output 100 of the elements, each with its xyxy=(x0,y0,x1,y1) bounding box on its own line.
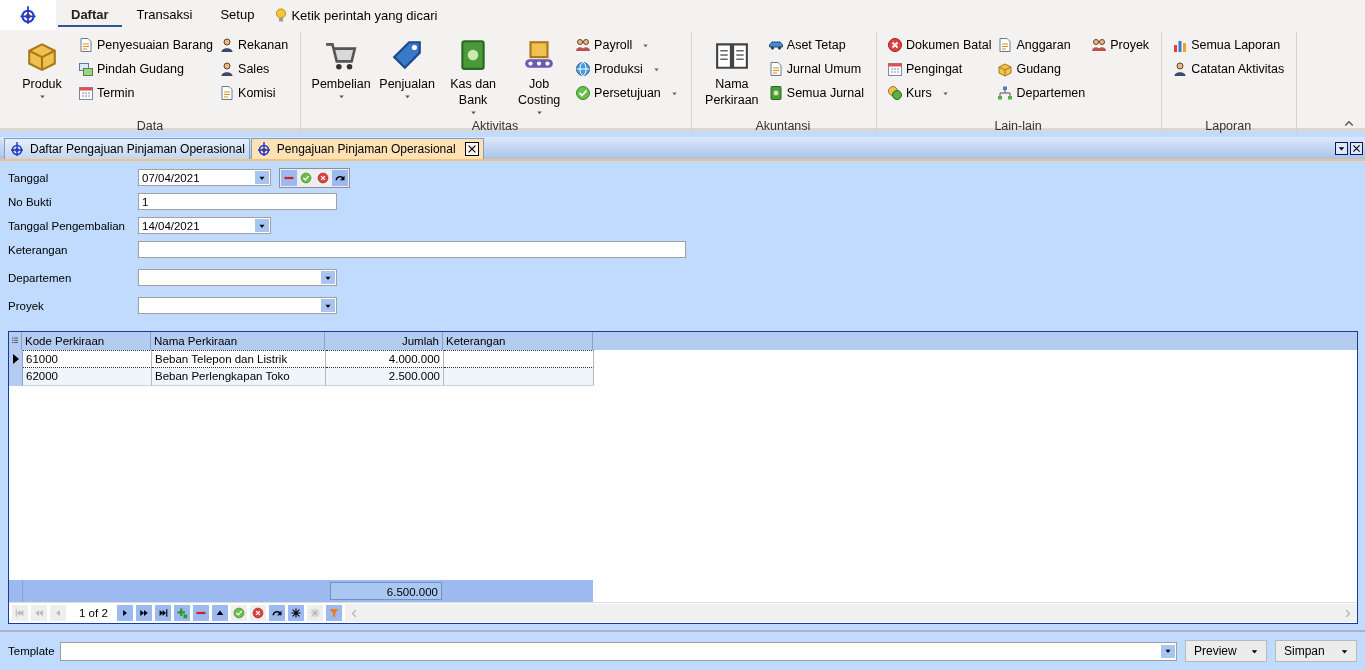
table-row[interactable]: 61000 Beban Telepon dan Listrik 4.000.000 xyxy=(9,350,1357,368)
double-left-icon xyxy=(33,607,45,619)
ribbon-button[interactable]: Anggaran xyxy=(997,34,1086,56)
ribbon-button[interactable]: Komisi xyxy=(219,82,289,104)
document-icon xyxy=(997,37,1014,53)
double-right-icon xyxy=(137,607,150,619)
document-tab[interactable]: Daftar Pengajuan Pinjaman Operasional xyxy=(4,138,250,159)
ribbon-large-button[interactable]: Kas dan Bank xyxy=(443,34,504,117)
close-button[interactable] xyxy=(1350,141,1363,155)
ribbon-large-button[interactable]: Penjualan xyxy=(377,34,438,101)
field-label: Keterangan xyxy=(8,243,69,256)
ribbon-large-button[interactable]: Job Costing xyxy=(509,34,570,117)
caret-down-icon xyxy=(402,92,412,101)
minus-button[interactable] xyxy=(192,605,209,621)
ribbon-button[interactable]: Termin xyxy=(78,82,214,104)
plus-icon xyxy=(175,607,188,619)
skip-last-button[interactable] xyxy=(154,605,171,621)
ribbon-button[interactable]: Payroll xyxy=(575,34,679,56)
ribbon-button[interactable]: Semua Laporan xyxy=(1172,34,1285,56)
group-title: Lain-lain xyxy=(994,118,1042,135)
document-icon xyxy=(78,37,94,53)
check-icon xyxy=(575,85,592,101)
date-field[interactable]: 14/04/2021 xyxy=(138,217,271,234)
command-search-field[interactable]: Ketik perintah yang dicari xyxy=(291,7,438,23)
ribbon-button[interactable]: Persetujuan xyxy=(575,82,679,104)
ribbon-button[interactable]: Kurs xyxy=(886,82,992,104)
dropdown-field[interactable] xyxy=(60,641,1177,661)
action-button[interactable]: Simpan xyxy=(1275,640,1357,662)
date-field[interactable]: 07/04/2021 xyxy=(138,169,271,186)
tab-list-button[interactable] xyxy=(1335,141,1348,155)
ribbon-button[interactable]: Rekanan xyxy=(219,34,289,56)
book-icon xyxy=(767,85,784,101)
horizontal-scrollbar[interactable] xyxy=(344,604,1357,622)
group-title: Laporan xyxy=(1205,118,1252,135)
right-triangle-button[interactable] xyxy=(116,605,133,621)
dropdown-field[interactable] xyxy=(138,269,337,286)
funnel-icon xyxy=(327,607,340,619)
table-row[interactable]: 62000 Beban Perlengkapan Toko 2.500.000 xyxy=(9,368,1357,386)
dropdown-field[interactable] xyxy=(138,297,337,314)
asterisk-button[interactable] xyxy=(287,605,304,621)
field-label: Tanggal Pengembalian xyxy=(8,219,126,232)
funnel-button[interactable] xyxy=(325,605,342,621)
redo-button[interactable] xyxy=(268,605,285,621)
redo-button[interactable] xyxy=(332,169,348,186)
ribbon-button[interactable]: Penyesuaian Barang xyxy=(78,34,214,56)
field-label: Template xyxy=(8,645,52,657)
check-icon xyxy=(300,171,312,184)
box-icon xyxy=(997,61,1014,77)
field-label: Tanggal xyxy=(8,171,50,184)
double-right-button[interactable] xyxy=(135,605,152,621)
input-field[interactable] xyxy=(138,241,686,258)
people-icon xyxy=(1091,37,1108,53)
up-triangle-button[interactable] xyxy=(211,605,228,621)
ribbon-button[interactable]: Aset Tetap xyxy=(767,34,864,56)
people-icon xyxy=(575,37,592,53)
ribbon-button[interactable]: Gudang xyxy=(997,58,1086,80)
ribbon-button[interactable]: Proyek xyxy=(1091,34,1150,56)
input-field[interactable]: 1 xyxy=(138,193,337,210)
target-logo-icon xyxy=(18,5,38,25)
menu-tab[interactable]: Transaksi xyxy=(123,3,206,27)
ribbon-button[interactable]: Sales xyxy=(219,58,289,80)
table-cell: 2.500.000 xyxy=(326,368,444,386)
caret-down-icon xyxy=(468,108,478,117)
plus-button[interactable] xyxy=(173,605,190,621)
ribbon-button[interactable]: Catatan Aktivitas xyxy=(1172,58,1285,80)
close-tab-button[interactable] xyxy=(464,142,479,156)
ribbon-large-button[interactable]: Produk xyxy=(12,34,72,101)
cross-icon xyxy=(886,37,903,53)
ribbon-button[interactable]: Jurnal Umum xyxy=(767,58,864,80)
table-cell: Beban Perlengkapan Toko xyxy=(152,368,326,386)
document-tab[interactable]: Pengajuan Pinjaman Operasional xyxy=(250,138,484,159)
target-logo-icon xyxy=(9,141,25,157)
ribbon-large-button[interactable]: Nama Perkiraan xyxy=(701,34,762,108)
document-icon xyxy=(767,61,784,77)
org-chart-icon xyxy=(997,85,1014,101)
ribbon-button[interactable]: Dokumen Batal xyxy=(886,34,992,56)
ribbon-button[interactable]: Produksi xyxy=(575,58,679,80)
caret-down-icon xyxy=(534,108,544,117)
group-title: Aktivitas xyxy=(471,118,519,135)
document-icon xyxy=(219,85,236,101)
table-cell: 61000 xyxy=(23,350,152,368)
skip-first-icon xyxy=(14,607,26,619)
group-title: Data xyxy=(136,118,164,135)
ribbon-button[interactable]: Pengingat xyxy=(886,58,992,80)
menu-tab[interactable]: Daftar xyxy=(58,3,122,27)
action-button[interactable]: Preview xyxy=(1185,640,1267,662)
record-position: 1 of 2 xyxy=(78,607,109,619)
caret-down-icon xyxy=(37,92,47,101)
ribbon-large-button[interactable]: Pembelian xyxy=(311,34,372,101)
ribbon-button[interactable]: Departemen xyxy=(997,82,1086,104)
close-icon xyxy=(1351,142,1362,154)
minus-button[interactable] xyxy=(281,169,297,186)
total-cell: 6.500.000 xyxy=(330,582,442,600)
calendar-icon xyxy=(886,61,903,77)
calendar-icon xyxy=(78,85,94,101)
field-label: Proyek xyxy=(8,299,45,312)
ribbon-button[interactable]: Semua Jurnal xyxy=(767,82,864,104)
ribbon-button[interactable]: Pindah Gudang xyxy=(78,58,214,80)
cross-icon xyxy=(251,607,264,619)
menu-tab[interactable]: Setup xyxy=(207,3,268,27)
